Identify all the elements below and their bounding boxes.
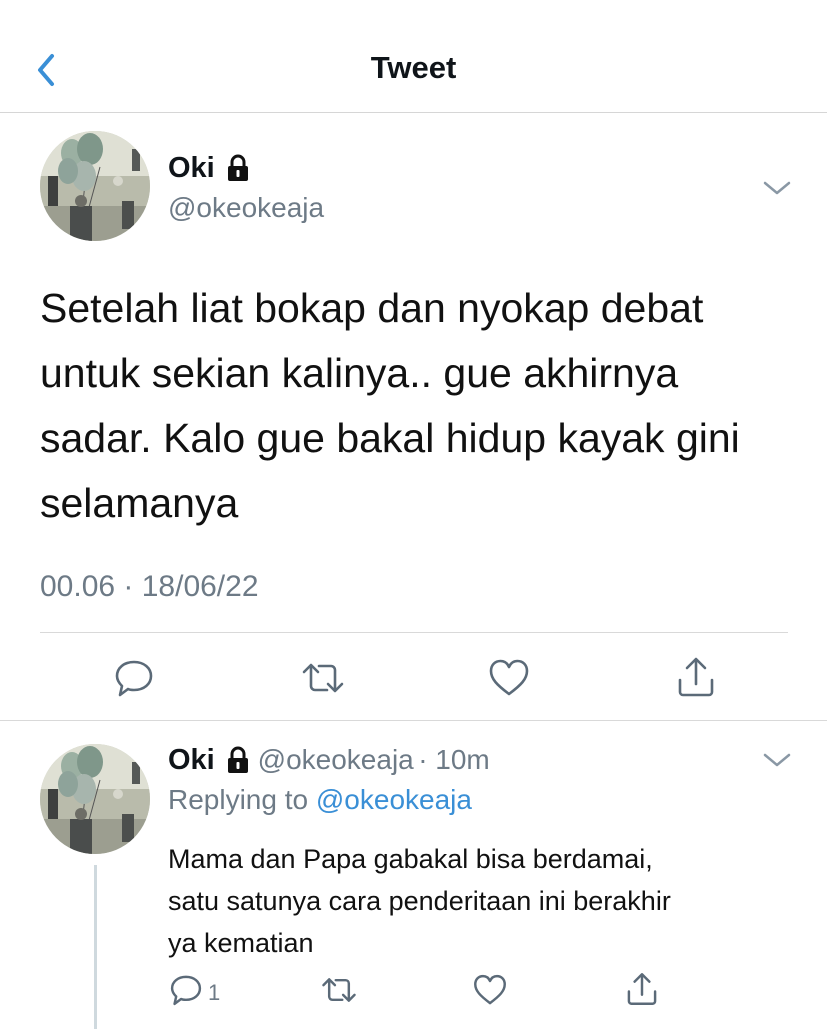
replying-to-link[interactable]: @okeokeaja — [316, 784, 472, 815]
display-name: Oki — [168, 744, 215, 776]
tweet-text: Setelah liat bokap dan nyokap debat untu… — [40, 276, 800, 536]
reply-button[interactable]: 1 — [168, 972, 228, 1008]
tweet-text-line: sadar. Kalo gue bakal hidup kayak gini — [40, 415, 740, 461]
like-icon — [474, 974, 506, 1005]
chevron-down-icon — [763, 753, 791, 767]
replying-to: Replying to @okeokeaja — [168, 784, 472, 816]
divider — [0, 720, 827, 721]
user-handle: @okeokeaja — [257, 744, 414, 775]
retweet-icon — [322, 978, 356, 1002]
retweet-button[interactable] — [300, 656, 346, 700]
relative-time: · 10m — [418, 744, 490, 775]
reply-count: 1 — [208, 980, 221, 1005]
retweet-button[interactable] — [320, 972, 358, 1008]
replying-to-label: Replying to — [168, 784, 309, 815]
share-icon — [627, 973, 657, 1005]
share-button[interactable] — [624, 970, 660, 1008]
chevron-down-icon — [763, 181, 791, 195]
more-options-button[interactable] — [760, 176, 794, 200]
thread-line — [94, 865, 97, 1029]
reply-text-line: Mama dan Papa gabakal bisa berdamai, — [168, 844, 653, 874]
retweet-icon — [302, 663, 344, 693]
reply-icon — [170, 975, 202, 1006]
like-button[interactable] — [487, 656, 531, 700]
lock-icon — [219, 745, 253, 785]
user-handle[interactable]: @okeokeaja — [168, 192, 324, 224]
tweet-text-line: untuk sekian kalinya.. gue akhirnya — [40, 350, 679, 396]
tweet-timestamp[interactable]: 00.06 · 18/06/22 — [40, 570, 259, 604]
reply-text-line: satu satunya cara penderitaan ini berakh… — [168, 886, 671, 916]
reply-text-line: ya kematian — [168, 928, 314, 958]
reply-text: Mama dan Papa gabakal bisa berdamai, sat… — [168, 838, 808, 964]
reply-button[interactable] — [112, 656, 156, 700]
like-button[interactable] — [472, 972, 508, 1008]
avatar[interactable] — [40, 131, 150, 241]
lock-icon — [219, 153, 253, 193]
reply-icon — [115, 660, 153, 697]
tweet-text-line: selamanya — [40, 480, 239, 526]
share-button[interactable] — [674, 654, 718, 700]
avatar[interactable] — [40, 744, 150, 854]
more-options-button[interactable] — [760, 748, 794, 772]
reply-author-row[interactable]: Oki @okeokeaja · 10m — [168, 743, 490, 785]
display-name: Oki — [168, 152, 215, 184]
like-icon — [489, 659, 529, 696]
divider — [40, 632, 788, 633]
tweet-author[interactable]: Oki — [168, 151, 253, 193]
top-bar: Tweet — [0, 0, 827, 113]
tweet-text-line: Setelah liat bokap dan nyokap debat — [40, 285, 704, 331]
page-title: Tweet — [370, 50, 457, 85]
share-icon — [678, 657, 714, 697]
